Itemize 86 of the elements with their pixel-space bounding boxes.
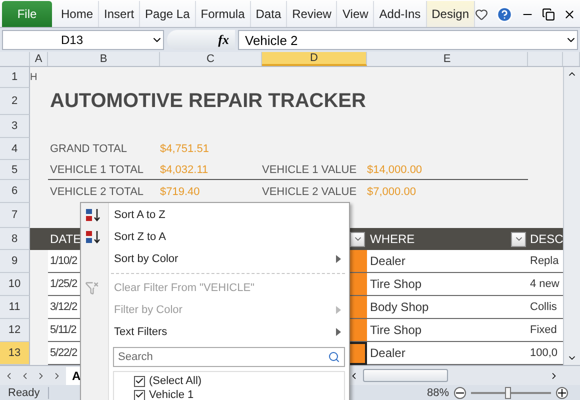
heart-icon[interactable] xyxy=(475,8,488,20)
search-field[interactable]: Search xyxy=(113,347,345,367)
row-heading[interactable]: 2 xyxy=(0,88,30,115)
vehicle-value-label: VEHICLE 1 VALUE xyxy=(262,164,357,176)
vehicle-value-amount: $7,000.00 xyxy=(367,186,416,198)
row-heading[interactable]: 4 xyxy=(0,138,30,160)
cell-text: Tire Shop xyxy=(370,277,422,291)
search-icon xyxy=(328,351,340,363)
vehicle-total-value: $4,032.11 xyxy=(160,164,208,176)
row-heading[interactable]: 5 xyxy=(0,160,30,180)
row-heading[interactable]: 13 xyxy=(0,342,30,365)
column-header: DATE xyxy=(50,232,82,246)
ribbon-tab[interactable]: Home xyxy=(56,1,100,27)
insert-function-button[interactable]: fx xyxy=(167,30,235,50)
cell-text: 1/10/2 xyxy=(49,255,77,267)
vertical-scrollbar[interactable] xyxy=(563,67,580,365)
zoom-percent[interactable]: 88% xyxy=(426,386,449,398)
column-heading[interactable]: D xyxy=(262,52,367,66)
row-heading[interactable]: 8 xyxy=(0,228,30,250)
sort-icon xyxy=(85,208,101,222)
row-heading[interactable]: 7 xyxy=(0,203,30,228)
menu-item[interactable]: Sort Z to A xyxy=(109,226,345,248)
option-label[interactable]: (Select All) xyxy=(149,375,202,387)
grand-total-label: GRAND TOTAL xyxy=(50,143,128,155)
zoom-in-button[interactable] xyxy=(556,386,568,398)
cell-text: H xyxy=(30,72,38,83)
ribbon-tab[interactable]: File xyxy=(2,1,52,27)
cell-text: 4 new xyxy=(530,278,560,290)
row-heading[interactable]: 12 xyxy=(0,319,30,342)
filter-button[interactable] xyxy=(511,232,526,246)
plus-icon xyxy=(558,388,566,396)
row-heading[interactable]: 11 xyxy=(0,296,30,319)
cell-text: 100,0 xyxy=(530,347,558,359)
ribbon-tab[interactable]: Page La xyxy=(140,1,196,27)
column-header: DESC xyxy=(530,232,564,246)
menu-item[interactable]: Sort A to Z xyxy=(109,204,345,226)
row-heading[interactable]: 3 xyxy=(0,115,30,138)
close-icon[interactable] xyxy=(563,8,576,20)
ribbon-tab[interactable]: View xyxy=(337,1,374,27)
checkbox[interactable] xyxy=(134,376,145,386)
name-box[interactable]: D13 xyxy=(2,30,164,50)
sort-icon xyxy=(85,230,101,244)
restore-icon[interactable] xyxy=(542,8,555,20)
column-header: WHERE xyxy=(370,232,415,246)
option-label[interactable]: Vehicle 1 xyxy=(149,389,194,400)
ribbon-tab[interactable]: Insert xyxy=(99,1,140,27)
cell-text: 3/12/2 xyxy=(49,301,77,313)
column-heading[interactable]: B xyxy=(48,52,160,66)
checkbox[interactable] xyxy=(134,390,145,400)
cell-text: Dealer xyxy=(370,254,406,268)
grand-total-value: $4,751.51 xyxy=(160,143,209,155)
formula-input[interactable]: Vehicle 2 xyxy=(238,30,578,50)
vehicle-value-amount: $14,000.00 xyxy=(367,164,422,176)
cell-text: Body Shop xyxy=(370,300,429,314)
scroll-thumb[interactable] xyxy=(363,369,448,382)
vehicle-total-value: $719.40 xyxy=(160,186,200,198)
row-heading[interactable]: 9 xyxy=(0,250,30,273)
clear-filter-icon xyxy=(85,281,99,295)
row-heading[interactable]: 1 xyxy=(0,67,30,88)
help-icon[interactable] xyxy=(496,6,513,22)
row-heading[interactable]: 6 xyxy=(0,180,30,203)
column-heading[interactable]: A xyxy=(30,52,48,66)
ribbon-tab[interactable]: Design xyxy=(426,1,475,27)
row-heading[interactable]: 10 xyxy=(0,273,30,296)
column-heading[interactable]: E xyxy=(367,52,528,66)
cell-text: Collis xyxy=(530,301,557,313)
menu-item[interactable]: Text Filters xyxy=(109,321,345,343)
ribbon-tab[interactable]: Data xyxy=(250,1,288,27)
sheet-title: AUTOMOTIVE REPAIR TRACKER xyxy=(50,90,366,113)
slider-thumb[interactable] xyxy=(504,386,511,398)
cell-text: Tire Shop xyxy=(370,323,422,337)
cell-text: 5/11/2 xyxy=(49,324,76,336)
cell-text: Dealer xyxy=(370,346,406,360)
cell-text: Repla xyxy=(530,255,559,267)
filter-button[interactable] xyxy=(350,232,365,246)
cell-text: 1/25/2 xyxy=(49,278,77,290)
status-text: Ready xyxy=(0,386,49,398)
ribbon-tab[interactable]: Review xyxy=(287,1,338,27)
zoom-out-button[interactable] xyxy=(454,386,466,398)
cell-text: Fixed xyxy=(530,324,557,336)
vehicle-total-label: VEHICLE 1 TOTAL xyxy=(50,164,144,176)
cell-text: 5/22/2 xyxy=(49,347,77,359)
menu-item[interactable]: Sort by Color xyxy=(109,248,345,270)
vehicle-total-label: VEHICLE 2 TOTAL xyxy=(50,186,144,198)
vehicle-value-label: VEHICLE 2 VALUE xyxy=(262,186,357,198)
ribbon-tab[interactable]: Formula xyxy=(196,1,251,27)
